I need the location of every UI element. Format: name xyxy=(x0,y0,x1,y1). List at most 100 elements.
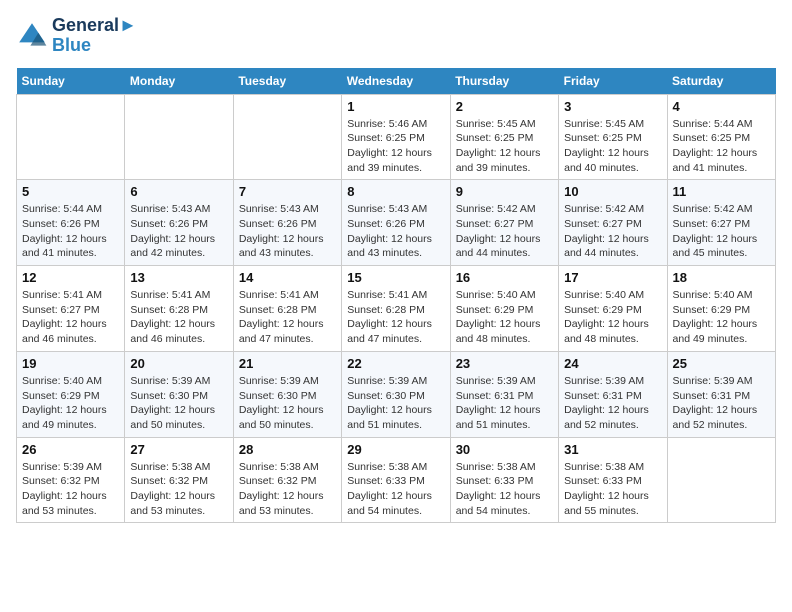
day-info: Sunrise: 5:40 AM Sunset: 6:29 PM Dayligh… xyxy=(22,374,119,433)
calendar-cell: 15 Sunrise: 5:41 AM Sunset: 6:28 PM Dayli… xyxy=(342,266,450,352)
calendar-cell: 17 Sunrise: 5:40 AM Sunset: 6:29 PM Dayli… xyxy=(559,266,667,352)
day-number: 17 xyxy=(564,270,661,285)
day-info: Sunrise: 5:38 AM Sunset: 6:32 PM Dayligh… xyxy=(130,460,227,519)
day-info: Sunrise: 5:39 AM Sunset: 6:30 PM Dayligh… xyxy=(347,374,444,433)
day-info: Sunrise: 5:42 AM Sunset: 6:27 PM Dayligh… xyxy=(456,202,553,261)
day-number: 23 xyxy=(456,356,553,371)
calendar-week-3: 12 Sunrise: 5:41 AM Sunset: 6:27 PM Dayli… xyxy=(17,266,776,352)
header-friday: Friday xyxy=(559,68,667,95)
day-number: 29 xyxy=(347,442,444,457)
day-info: Sunrise: 5:43 AM Sunset: 6:26 PM Dayligh… xyxy=(130,202,227,261)
day-info: Sunrise: 5:44 AM Sunset: 6:25 PM Dayligh… xyxy=(673,117,770,176)
day-number: 6 xyxy=(130,184,227,199)
day-info: Sunrise: 5:40 AM Sunset: 6:29 PM Dayligh… xyxy=(456,288,553,347)
calendar-cell: 8Sunrise: 5:43 AM Sunset: 6:26 PM Daylig… xyxy=(342,180,450,266)
header-wednesday: Wednesday xyxy=(342,68,450,95)
header-thursday: Thursday xyxy=(450,68,558,95)
day-number: 2 xyxy=(456,99,553,114)
day-number: 4 xyxy=(673,99,770,114)
day-number: 26 xyxy=(22,442,119,457)
day-number: 12 xyxy=(22,270,119,285)
calendar-cell: 11Sunrise: 5:42 AM Sunset: 6:27 PM Dayli… xyxy=(667,180,775,266)
day-info: Sunrise: 5:44 AM Sunset: 6:26 PM Dayligh… xyxy=(22,202,119,261)
calendar-cell: 24 Sunrise: 5:39 AM Sunset: 6:31 PM Dayli… xyxy=(559,351,667,437)
calendar-cell: 25 Sunrise: 5:39 AM Sunset: 6:31 PM Dayli… xyxy=(667,351,775,437)
calendar-cell: 2 Sunrise: 5:45 AM Sunset: 6:25 PM Daylig… xyxy=(450,94,558,180)
day-info: Sunrise: 5:38 AM Sunset: 6:33 PM Dayligh… xyxy=(456,460,553,519)
calendar-cell xyxy=(125,94,233,180)
day-info: Sunrise: 5:40 AM Sunset: 6:29 PM Dayligh… xyxy=(564,288,661,347)
day-info: Sunrise: 5:38 AM Sunset: 6:33 PM Dayligh… xyxy=(347,460,444,519)
calendar-week-2: 5 Sunrise: 5:44 AM Sunset: 6:26 PM Daylig… xyxy=(17,180,776,266)
day-number: 27 xyxy=(130,442,227,457)
day-number: 1 xyxy=(347,99,444,114)
header-sunday: Sunday xyxy=(17,68,125,95)
day-info: Sunrise: 5:38 AM Sunset: 6:32 PM Dayligh… xyxy=(239,460,336,519)
calendar-cell: 30 Sunrise: 5:38 AM Sunset: 6:33 PM Dayli… xyxy=(450,437,558,523)
calendar-week-4: 19 Sunrise: 5:40 AM Sunset: 6:29 PM Dayli… xyxy=(17,351,776,437)
calendar-week-1: 1 Sunrise: 5:46 AM Sunset: 6:25 PM Daylig… xyxy=(17,94,776,180)
calendar-cell: 21 Sunrise: 5:39 AM Sunset: 6:30 PM Dayli… xyxy=(233,351,341,437)
day-info: Sunrise: 5:41 AM Sunset: 6:28 PM Dayligh… xyxy=(347,288,444,347)
calendar-cell xyxy=(17,94,125,180)
day-info: Sunrise: 5:43 AM Sunset: 6:26 PM Dayligh… xyxy=(239,202,336,261)
calendar-cell: 13 Sunrise: 5:41 AM Sunset: 6:28 PM Dayli… xyxy=(125,266,233,352)
calendar-cell: 27 Sunrise: 5:38 AM Sunset: 6:32 PM Dayli… xyxy=(125,437,233,523)
calendar-cell: 22 Sunrise: 5:39 AM Sunset: 6:30 PM Dayli… xyxy=(342,351,450,437)
day-number: 15 xyxy=(347,270,444,285)
calendar-cell: 4 Sunrise: 5:44 AM Sunset: 6:25 PM Daylig… xyxy=(667,94,775,180)
logo-icon xyxy=(16,20,48,52)
day-info: Sunrise: 5:42 AM Sunset: 6:27 PM Dayligh… xyxy=(564,202,661,261)
day-number: 31 xyxy=(564,442,661,457)
day-number: 24 xyxy=(564,356,661,371)
day-number: 30 xyxy=(456,442,553,457)
calendar-cell: 9 Sunrise: 5:42 AM Sunset: 6:27 PM Daylig… xyxy=(450,180,558,266)
calendar-cell: 26Sunrise: 5:39 AM Sunset: 6:32 PM Dayli… xyxy=(17,437,125,523)
header-saturday: Saturday xyxy=(667,68,775,95)
calendar-cell: 28 Sunrise: 5:38 AM Sunset: 6:32 PM Dayli… xyxy=(233,437,341,523)
day-number: 7 xyxy=(239,184,336,199)
calendar-cell: 29 Sunrise: 5:38 AM Sunset: 6:33 PM Dayli… xyxy=(342,437,450,523)
calendar-cell: 10 Sunrise: 5:42 AM Sunset: 6:27 PM Dayli… xyxy=(559,180,667,266)
calendar-cell: 6 Sunrise: 5:43 AM Sunset: 6:26 PM Daylig… xyxy=(125,180,233,266)
day-number: 22 xyxy=(347,356,444,371)
day-number: 10 xyxy=(564,184,661,199)
day-info: Sunrise: 5:38 AM Sunset: 6:33 PM Dayligh… xyxy=(564,460,661,519)
day-info: Sunrise: 5:39 AM Sunset: 6:30 PM Dayligh… xyxy=(239,374,336,433)
day-info: Sunrise: 5:45 AM Sunset: 6:25 PM Dayligh… xyxy=(456,117,553,176)
day-info: Sunrise: 5:40 AM Sunset: 6:29 PM Dayligh… xyxy=(673,288,770,347)
day-number: 25 xyxy=(673,356,770,371)
page-header: General► Blue xyxy=(16,16,776,56)
day-number: 21 xyxy=(239,356,336,371)
day-info: Sunrise: 5:39 AM Sunset: 6:31 PM Dayligh… xyxy=(564,374,661,433)
day-info: Sunrise: 5:39 AM Sunset: 6:30 PM Dayligh… xyxy=(130,374,227,433)
calendar-cell: 12 Sunrise: 5:41 AM Sunset: 6:27 PM Dayli… xyxy=(17,266,125,352)
calendar-cell: 3 Sunrise: 5:45 AM Sunset: 6:25 PM Daylig… xyxy=(559,94,667,180)
day-number: 28 xyxy=(239,442,336,457)
calendar-cell: 5 Sunrise: 5:44 AM Sunset: 6:26 PM Daylig… xyxy=(17,180,125,266)
day-number: 9 xyxy=(456,184,553,199)
day-number: 13 xyxy=(130,270,227,285)
day-number: 19 xyxy=(22,356,119,371)
day-number: 14 xyxy=(239,270,336,285)
day-info: Sunrise: 5:39 AM Sunset: 6:31 PM Dayligh… xyxy=(673,374,770,433)
day-info: Sunrise: 5:39 AM Sunset: 6:31 PM Dayligh… xyxy=(456,374,553,433)
calendar-cell: 18Sunrise: 5:40 AM Sunset: 6:29 PM Dayli… xyxy=(667,266,775,352)
calendar-cell: 23 Sunrise: 5:39 AM Sunset: 6:31 PM Dayli… xyxy=(450,351,558,437)
calendar-cell: 20Sunrise: 5:39 AM Sunset: 6:30 PM Dayli… xyxy=(125,351,233,437)
calendar-cell: 14Sunrise: 5:41 AM Sunset: 6:28 PM Dayli… xyxy=(233,266,341,352)
calendar-cell xyxy=(233,94,341,180)
day-number: 3 xyxy=(564,99,661,114)
calendar-week-5: 26Sunrise: 5:39 AM Sunset: 6:32 PM Dayli… xyxy=(17,437,776,523)
day-number: 8 xyxy=(347,184,444,199)
calendar-cell: 16Sunrise: 5:40 AM Sunset: 6:29 PM Dayli… xyxy=(450,266,558,352)
calendar-cell: 7 Sunrise: 5:43 AM Sunset: 6:26 PM Daylig… xyxy=(233,180,341,266)
day-info: Sunrise: 5:41 AM Sunset: 6:28 PM Dayligh… xyxy=(130,288,227,347)
day-number: 5 xyxy=(22,184,119,199)
day-info: Sunrise: 5:45 AM Sunset: 6:25 PM Dayligh… xyxy=(564,117,661,176)
logo: General► Blue xyxy=(16,16,137,56)
day-info: Sunrise: 5:46 AM Sunset: 6:25 PM Dayligh… xyxy=(347,117,444,176)
day-info: Sunrise: 5:41 AM Sunset: 6:27 PM Dayligh… xyxy=(22,288,119,347)
calendar-cell: 1 Sunrise: 5:46 AM Sunset: 6:25 PM Daylig… xyxy=(342,94,450,180)
calendar-cell: 19 Sunrise: 5:40 AM Sunset: 6:29 PM Dayli… xyxy=(17,351,125,437)
